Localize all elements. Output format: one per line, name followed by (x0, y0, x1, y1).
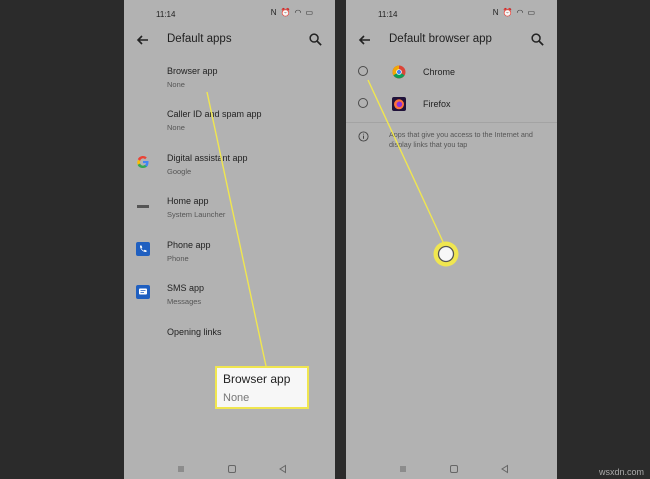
pointer-line-left (206, 91, 267, 367)
callout-subtitle: None (223, 392, 250, 404)
pointer-line-right (367, 79, 445, 245)
callout-title: Browser app (223, 372, 291, 386)
highlight-pointer-lines (206, 79, 459, 367)
tap-indicator-radio (437, 245, 455, 263)
callout-browser-app: Browser app None (215, 366, 309, 409)
watermark: wsxdn.com (598, 467, 644, 477)
